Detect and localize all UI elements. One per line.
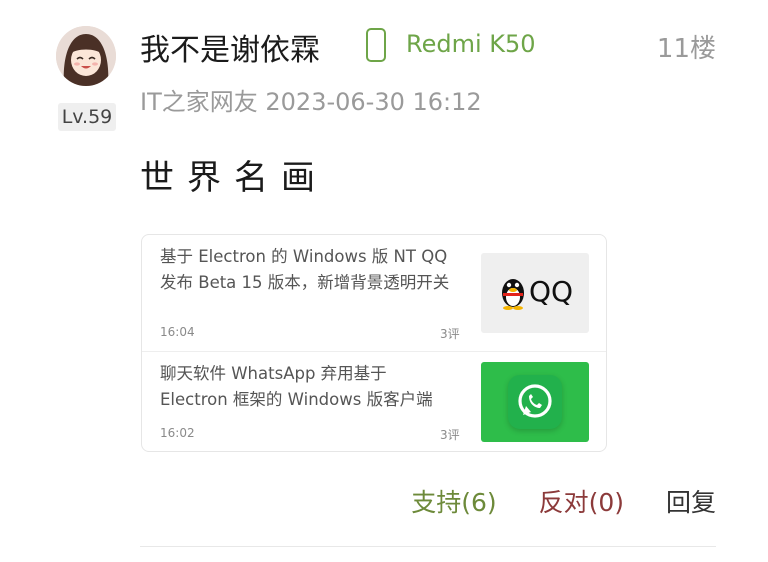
qq-logo-text: QQ [529, 275, 574, 308]
comment-content: 世界名画 [140, 158, 328, 198]
news-item[interactable]: 基于 Electron 的 Windows 版 NT QQ 发布 Beta 15… [142, 235, 606, 352]
whatsapp-icon [518, 384, 552, 418]
qq-penguin-icon [502, 279, 524, 310]
news-title[interactable]: 聊天软件 WhatsApp 弃用基于 Electron 框架的 Windows … [160, 361, 456, 413]
news-time: 16:04 [160, 325, 195, 339]
related-news-card: 基于 Electron 的 Windows 版 NT QQ 发布 Beta 15… [141, 234, 607, 452]
whatsapp-app-icon [508, 375, 562, 429]
news-comment-count: 3评 [440, 327, 460, 341]
user-level-badge: Lv.59 [58, 103, 116, 131]
comment-meta: IT之家网友 2023-06-30 16:12 [140, 82, 482, 117]
phone-icon [366, 28, 386, 62]
oppose-button[interactable]: 反对(0) [539, 488, 624, 517]
comment-actions: 支持(6) 反对(0) 回复 [411, 483, 716, 519]
news-time: 16:02 [160, 426, 195, 440]
comment-datetime: 2023-06-30 16:12 [265, 88, 482, 116]
username[interactable]: 我不是谢依霖 [140, 25, 320, 69]
reply-button[interactable]: 回复 [666, 488, 716, 517]
device-name[interactable]: Redmi K50 [406, 30, 536, 58]
avatar[interactable] [56, 26, 116, 86]
floor-number: 11楼 [656, 34, 716, 64]
support-button[interactable]: 支持(6) [411, 488, 496, 517]
divider [140, 546, 716, 547]
news-thumbnail[interactable] [481, 362, 589, 442]
news-thumbnail[interactable]: QQ [481, 253, 589, 333]
news-title[interactable]: 基于 Electron 的 Windows 版 NT QQ 发布 Beta 15… [160, 244, 456, 296]
avatar-girl-icon [56, 26, 116, 86]
news-comment-count: 3评 [440, 428, 460, 442]
comment-source: IT之家网友 [140, 88, 258, 116]
